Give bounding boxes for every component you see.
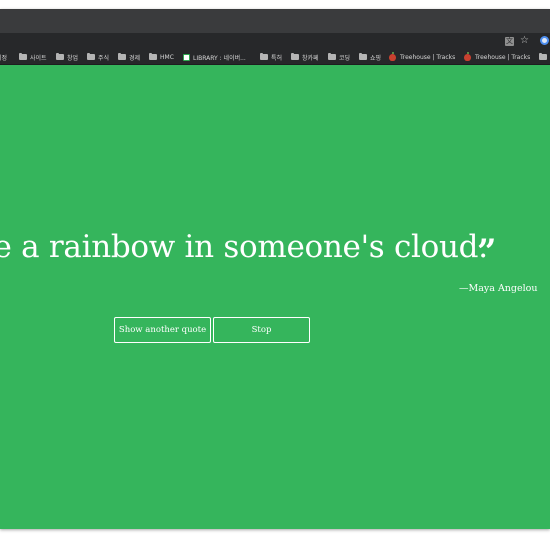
bookmark-label: 쇼핑 xyxy=(370,54,382,62)
closing-quote-icon: ” xyxy=(477,232,497,272)
bookmark-label: 계정 xyxy=(0,54,8,62)
folder-icon xyxy=(56,53,64,60)
bookmark-folder-economy[interactable]: 경제 xyxy=(118,52,140,62)
bookmark-label: 주식 xyxy=(98,54,110,62)
bookmarks-bar: 계정 사이트 창업 주식 경제 HMC LIBRARY : 네이버... 특허 xyxy=(0,49,550,65)
bookmark-treehouse-1[interactable]: Treehouse | Tracks xyxy=(389,51,456,62)
bookmark-folder-sites[interactable]: 사이트 xyxy=(19,52,47,62)
folder-icon xyxy=(359,53,367,60)
naver-favicon-icon xyxy=(183,53,190,61)
treehouse-icon xyxy=(464,51,471,61)
bookmark-label: 창카페 xyxy=(302,54,319,62)
bookmark-folder-patent[interactable]: 특허 xyxy=(260,52,282,62)
bookmark-label: 창업 xyxy=(67,54,79,62)
bookmark-folder-stocks[interactable]: 주식 xyxy=(87,52,109,62)
folder-icon xyxy=(539,53,547,60)
bookmark-folder-cafe[interactable]: 창카페 xyxy=(291,52,319,62)
bookmark-folder-overflow[interactable] xyxy=(539,52,550,62)
show-another-quote-button[interactable]: Show another quote xyxy=(114,317,211,343)
bookmark-folder-account[interactable]: 계정 xyxy=(0,52,7,62)
bookmark-folder-startup[interactable]: 창업 xyxy=(56,52,78,62)
bookmark-label: 코딩 xyxy=(339,54,351,62)
profile-icon[interactable] xyxy=(540,36,549,45)
bookmark-label: LIBRARY : 네이버... xyxy=(193,54,246,62)
treehouse-icon xyxy=(389,51,396,61)
folder-icon xyxy=(19,53,27,60)
bookmark-label: 특허 xyxy=(271,54,283,62)
folder-icon xyxy=(291,53,299,60)
bookmark-label: HMC xyxy=(160,53,174,61)
bookmark-folder-hmc[interactable]: HMC xyxy=(149,52,174,62)
folder-icon xyxy=(260,53,268,60)
bookmark-treehouse-2[interactable]: Treehouse | Tracks xyxy=(464,51,531,62)
bookmark-label: Treehouse | Tracks xyxy=(475,53,531,61)
browser-titlebar xyxy=(0,9,550,33)
folder-icon xyxy=(87,53,95,60)
translate-icon[interactable]: 文 xyxy=(505,34,514,48)
quote-author: —Maya Angelou xyxy=(459,283,538,294)
folder-icon xyxy=(118,53,126,60)
bookmark-label: 경제 xyxy=(129,54,141,62)
bookmark-library[interactable]: LIBRARY : 네이버... xyxy=(183,52,246,62)
browser-window: 文 ☆ 계정 사이트 창업 주식 경제 HMC LIBRAR xyxy=(0,9,550,529)
browser-toolbar: 文 ☆ xyxy=(0,33,550,49)
folder-icon xyxy=(149,53,157,60)
folder-icon xyxy=(328,53,336,60)
bookmark-folder-coding[interactable]: 코딩 xyxy=(328,52,350,62)
bookmark-folder-shopping[interactable]: 쇼핑 xyxy=(359,52,381,62)
bookmark-label: 사이트 xyxy=(30,54,47,62)
star-icon[interactable]: ☆ xyxy=(520,34,529,48)
bookmark-label: Treehouse | Tracks xyxy=(400,53,456,61)
stop-button[interactable]: Stop xyxy=(213,317,310,343)
quote-text: be a rainbow in someone's cloud. xyxy=(0,229,488,265)
